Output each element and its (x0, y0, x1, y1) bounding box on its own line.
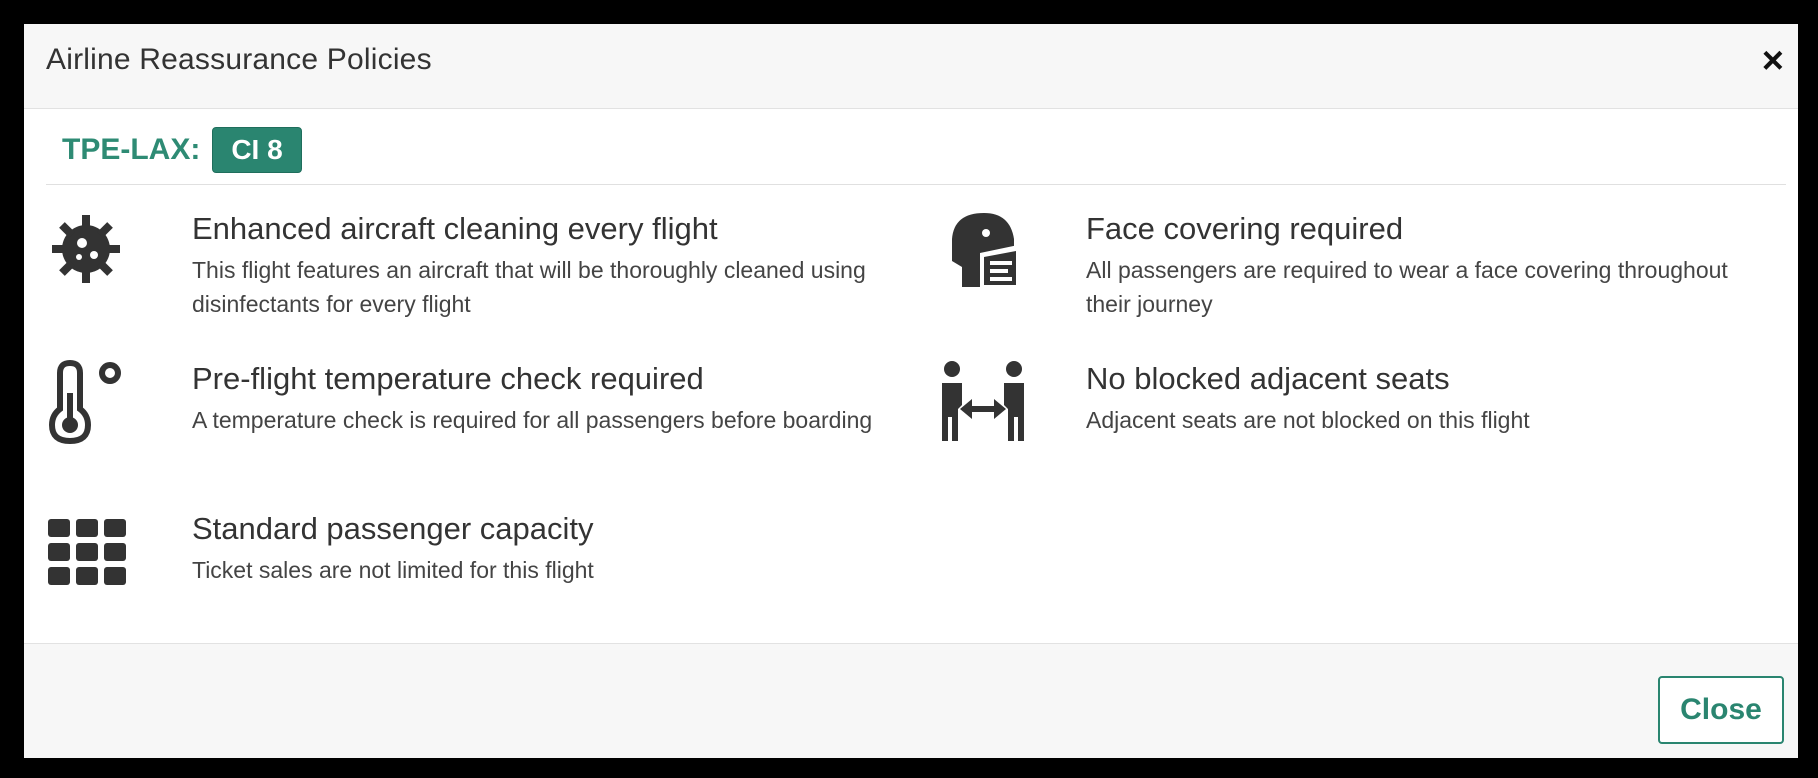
policy-title: Standard passenger capacity (192, 511, 594, 546)
policy-item-capacity: Standard passenger capacity Ticket sales… (46, 509, 806, 629)
dialog-header: Airline Reassurance Policies × (24, 24, 1798, 109)
dialog-title: Airline Reassurance Policies (46, 43, 432, 76)
thermometer-icon (48, 359, 121, 445)
route-label: TPE-LAX: (62, 133, 201, 166)
policy-item-adjacent-seats: No blocked adjacent seats Adjacent seats… (940, 359, 1800, 479)
social-distance-icon (942, 361, 1024, 441)
policy-title: Pre-flight temperature check required (192, 361, 704, 396)
policies-dialog: Airline Reassurance Policies × TPE-LAX: … (16, 16, 1806, 766)
flight-number-badge: CI 8 (212, 127, 302, 173)
policy-item-temperature: Pre-flight temperature check required A … (46, 359, 872, 479)
policy-description: This flight features an aircraft that wi… (192, 257, 866, 317)
face-mask-icon (952, 213, 1018, 287)
policy-description: All passengers are required to wear a fa… (1086, 257, 1728, 317)
virus-cleaning-icon (52, 215, 120, 283)
policy-title: Enhanced aircraft cleaning every flight (192, 211, 718, 246)
dialog-footer: Close (24, 643, 1798, 758)
policy-description: A temperature check is required for all … (192, 407, 873, 433)
seat-grid-icon (48, 519, 126, 585)
flight-route: TPE-LAX: CI 8 (62, 127, 302, 173)
close-button[interactable]: Close (1658, 676, 1784, 744)
policy-description: Ticket sales are not limited for this fl… (192, 557, 594, 583)
policy-title: No blocked adjacent seats (1086, 361, 1450, 396)
divider (46, 184, 1786, 185)
close-icon[interactable]: × (1762, 42, 1784, 80)
policy-item-cleaning: Enhanced aircraft cleaning every flight … (46, 209, 866, 329)
policy-description: Adjacent seats are not blocked on this f… (1086, 407, 1530, 433)
policy-item-face-covering: Face covering required All passengers ar… (940, 209, 1800, 329)
policy-title: Face covering required (1086, 211, 1404, 246)
